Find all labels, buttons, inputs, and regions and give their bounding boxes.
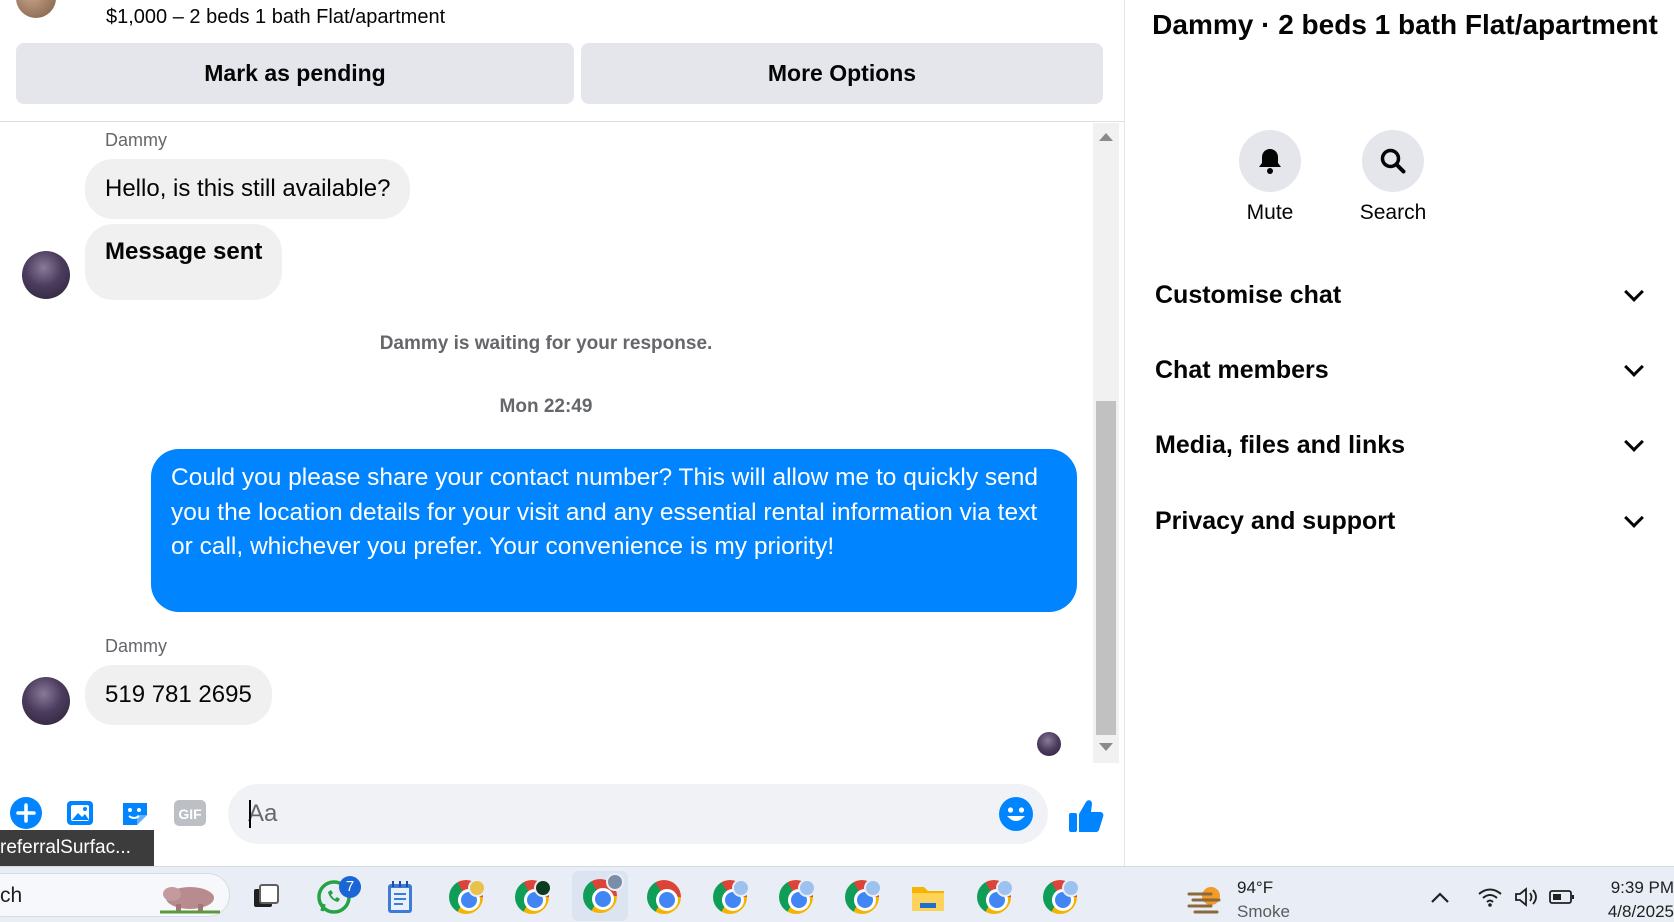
composer: GIF [0, 778, 1124, 850]
chat-info-pane: Dammy · 2 beds 1 bath Flat/apartment Mut… [1124, 0, 1674, 866]
photo-icon[interactable] [63, 795, 99, 831]
sender-name: Dammy [105, 130, 167, 150]
thumbs-up-icon[interactable] [1066, 796, 1106, 836]
search-icon [1362, 130, 1424, 192]
weather-temperature[interactable]: 94°F [1237, 878, 1273, 898]
chrome-profile-6-icon[interactable] [776, 877, 816, 917]
mute-button[interactable]: Mute [1220, 130, 1320, 225]
tooltip: referralSurfac... [0, 830, 154, 866]
section-label: Media, files and links [1155, 430, 1406, 459]
section-label: Customise chat [1155, 280, 1342, 309]
search-label: Search [1359, 201, 1427, 224]
chrome-profile-8-icon[interactable] [974, 877, 1014, 917]
section-customise-chat[interactable]: Customise chat [1155, 275, 1655, 315]
clock-date[interactable]: 4/8/2025 [1596, 902, 1674, 922]
message-input-container[interactable] [228, 784, 1048, 844]
listing-thumbnail[interactable] [16, 0, 56, 18]
chevron-up-icon[interactable] [1420, 877, 1460, 917]
section-media-files-links[interactable]: Media, files and links [1155, 425, 1655, 465]
chevron-down-icon [1624, 432, 1644, 452]
scroll-up-arrow-icon[interactable] [1099, 133, 1113, 141]
scrollbar[interactable] [1093, 123, 1119, 763]
listing-header: $1,000 – 2 beds 1 bath Flat/apartment Ma… [0, 0, 1124, 122]
emoji-icon[interactable] [998, 796, 1034, 832]
chrome-profile-4-icon[interactable] [644, 877, 684, 917]
sticker-icon[interactable] [117, 795, 153, 831]
sender-name: Dammy [105, 636, 167, 656]
avatar[interactable] [22, 251, 70, 299]
chrome-profile-9-icon[interactable] [1040, 877, 1080, 917]
hippo-decoration-icon [160, 877, 220, 917]
chat-pane: $1,000 – 2 beds 1 bath Flat/apartment Ma… [0, 0, 1124, 866]
chrome-profile-7-icon[interactable] [842, 877, 882, 917]
mute-label: Mute [1246, 201, 1294, 224]
gif-icon[interactable]: GIF [172, 795, 208, 831]
section-privacy-support[interactable]: Privacy and support [1155, 501, 1655, 541]
file-explorer-icon[interactable] [908, 877, 948, 917]
weather-description[interactable]: Smoke [1237, 902, 1290, 922]
chevron-down-icon [1624, 282, 1644, 302]
plus-icon[interactable] [8, 795, 44, 831]
chevron-down-icon [1624, 508, 1644, 528]
search-button[interactable]: Search [1343, 130, 1443, 225]
task-view-icon[interactable] [246, 877, 286, 917]
chevron-down-icon [1624, 357, 1644, 377]
bell-icon [1239, 130, 1301, 192]
message-list: Dammy Hello, is this still available? Me… [0, 123, 1124, 763]
chrome-profile-5-icon[interactable] [710, 877, 750, 917]
seen-indicator-avatar [1037, 732, 1061, 756]
svg-text:GIF: GIF [178, 806, 202, 822]
text-caret [249, 800, 251, 828]
chrome-profile-2-icon[interactable] [512, 877, 552, 917]
chrome-active-window-icon[interactable] [572, 871, 628, 921]
notepad-icon[interactable] [380, 877, 420, 917]
avatar[interactable] [22, 677, 70, 725]
section-label: Chat members [1155, 355, 1329, 384]
message-input[interactable] [248, 784, 988, 844]
section-chat-members[interactable]: Chat members [1155, 350, 1655, 390]
taskbar-search-text: ch [0, 884, 23, 907]
chrome-profile-1-icon[interactable] [446, 877, 486, 917]
outgoing-message[interactable]: Could you please share your contact numb… [151, 449, 1077, 612]
whatsapp-badge: 7 [339, 876, 361, 898]
battery-icon[interactable] [1542, 877, 1582, 917]
conversation-title: Dammy · 2 beds 1 bath Flat/apartment [1152, 9, 1658, 40]
more-options-button[interactable]: More Options [581, 43, 1103, 104]
wifi-icon[interactable] [1470, 877, 1510, 917]
volume-icon[interactable] [1506, 877, 1546, 917]
scroll-down-arrow-icon[interactable] [1099, 743, 1113, 751]
incoming-message[interactable]: Message sent [85, 224, 283, 300]
timestamp: Mon 22:49 [499, 396, 593, 417]
incoming-message[interactable]: 519 781 2695 [85, 665, 272, 725]
weather-icon[interactable] [1186, 879, 1226, 919]
waiting-note: Dammy is waiting for your response. [379, 333, 713, 354]
mark-as-pending-button[interactable]: Mark as pending [16, 43, 574, 104]
section-label: Privacy and support [1155, 506, 1396, 535]
incoming-message[interactable]: Hello, is this still available? [85, 159, 411, 219]
taskbar: ch [0, 866, 1674, 922]
clock-time[interactable]: 9:39 PM [1600, 878, 1674, 898]
scrollbar-thumb[interactable] [1096, 401, 1116, 735]
listing-subtitle: $1,000 – 2 beds 1 bath Flat/apartment [106, 6, 446, 28]
